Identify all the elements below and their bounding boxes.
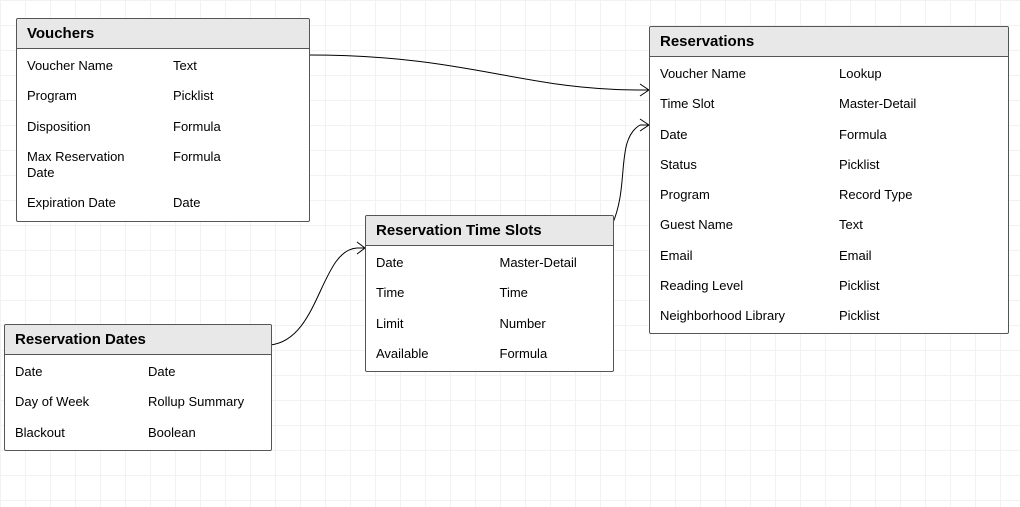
table-row: Expiration Date Date <box>17 188 309 218</box>
field-name: Expiration Date <box>17 188 163 218</box>
table-row: Date Master-Detail <box>366 248 613 278</box>
field-type: Boolean <box>138 418 271 448</box>
field-name: Time Slot <box>650 89 829 119</box>
field-type: Picklist <box>829 301 1008 331</box>
table-row: Date Formula <box>650 120 1008 150</box>
field-name: Max Reservation Date <box>17 142 163 189</box>
table-row: Blackout Boolean <box>5 418 271 448</box>
field-name: Blackout <box>5 418 138 448</box>
rel-dates-to-timeslots <box>270 248 357 345</box>
field-type: Master-Detail <box>490 248 614 278</box>
field-name: Available <box>366 339 490 369</box>
erd-canvas: Vouchers Voucher Name Text Program Pickl… <box>0 0 1020 507</box>
field-type: Date <box>163 188 309 218</box>
field-type: Formula <box>490 339 614 369</box>
field-name: Date <box>650 120 829 150</box>
field-type: Number <box>490 309 614 339</box>
table-row: Status Picklist <box>650 150 1008 180</box>
field-type: Lookup <box>829 59 1008 89</box>
table-row: Neighborhood Library Picklist <box>650 301 1008 331</box>
entity-reservation-time-slots-title: Reservation Time Slots <box>366 216 613 246</box>
field-type: Text <box>829 210 1008 240</box>
table-row: Email Email <box>650 241 1008 271</box>
field-type: Picklist <box>829 150 1008 180</box>
field-name: Reading Level <box>650 271 829 301</box>
field-type: Time <box>490 278 614 308</box>
field-name: Voucher Name <box>17 51 163 81</box>
table-row: Voucher Name Text <box>17 51 309 81</box>
entity-vouchers-title: Vouchers <box>17 19 309 49</box>
entity-reservation-time-slots[interactable]: Reservation Time Slots Date Master-Detai… <box>365 215 614 372</box>
table-row: Program Picklist <box>17 81 309 111</box>
field-name: Status <box>650 150 829 180</box>
entity-vouchers[interactable]: Vouchers Voucher Name Text Program Pickl… <box>16 18 310 222</box>
field-name: Date <box>5 357 138 387</box>
entity-reservations[interactable]: Reservations Voucher Name Lookup Time Sl… <box>649 26 1009 334</box>
table-row: Voucher Name Lookup <box>650 59 1008 89</box>
table-row: Available Formula <box>366 339 613 369</box>
field-type: Formula <box>829 120 1008 150</box>
table-row: Time Time <box>366 278 613 308</box>
field-type: Record Type <box>829 180 1008 210</box>
entity-reservation-dates-body: Date Date Day of Week Rollup Summary Bla… <box>5 355 271 450</box>
field-name: Guest Name <box>650 210 829 240</box>
field-type: Formula <box>163 142 309 189</box>
entity-reservation-dates-title: Reservation Dates <box>5 325 271 355</box>
field-name: Program <box>650 180 829 210</box>
table-row: Max Reservation Date Formula <box>17 142 309 189</box>
field-name: Day of Week <box>5 387 138 417</box>
table-row: Time Slot Master-Detail <box>650 89 1008 119</box>
table-row: Reading Level Picklist <box>650 271 1008 301</box>
field-name: Email <box>650 241 829 271</box>
field-name: Limit <box>366 309 490 339</box>
table-row: Guest Name Text <box>650 210 1008 240</box>
field-type: Email <box>829 241 1008 271</box>
field-name: Time <box>366 278 490 308</box>
table-row: Program Record Type <box>650 180 1008 210</box>
field-type: Date <box>138 357 271 387</box>
field-type: Master-Detail <box>829 89 1008 119</box>
entity-reservation-time-slots-body: Date Master-Detail Time Time Limit Numbe… <box>366 246 613 371</box>
field-type: Text <box>163 51 309 81</box>
field-name: Program <box>17 81 163 111</box>
field-name: Voucher Name <box>650 59 829 89</box>
field-name: Disposition <box>17 112 163 142</box>
entity-reservations-title: Reservations <box>650 27 1008 57</box>
table-row: Limit Number <box>366 309 613 339</box>
field-type: Rollup Summary <box>138 387 271 417</box>
field-type: Formula <box>163 112 309 142</box>
table-row: Date Date <box>5 357 271 387</box>
table-row: Disposition Formula <box>17 112 309 142</box>
field-type: Picklist <box>829 271 1008 301</box>
table-row: Day of Week Rollup Summary <box>5 387 271 417</box>
entity-reservation-dates[interactable]: Reservation Dates Date Date Day of Week … <box>4 324 272 451</box>
rel-vouchers-to-reservations <box>308 55 640 90</box>
rel-timeslots-to-reservations <box>612 125 640 225</box>
field-name: Date <box>366 248 490 278</box>
entity-reservations-body: Voucher Name Lookup Time Slot Master-Det… <box>650 57 1008 333</box>
field-type: Picklist <box>163 81 309 111</box>
entity-vouchers-body: Voucher Name Text Program Picklist Dispo… <box>17 49 309 221</box>
field-name: Neighborhood Library <box>650 301 829 331</box>
